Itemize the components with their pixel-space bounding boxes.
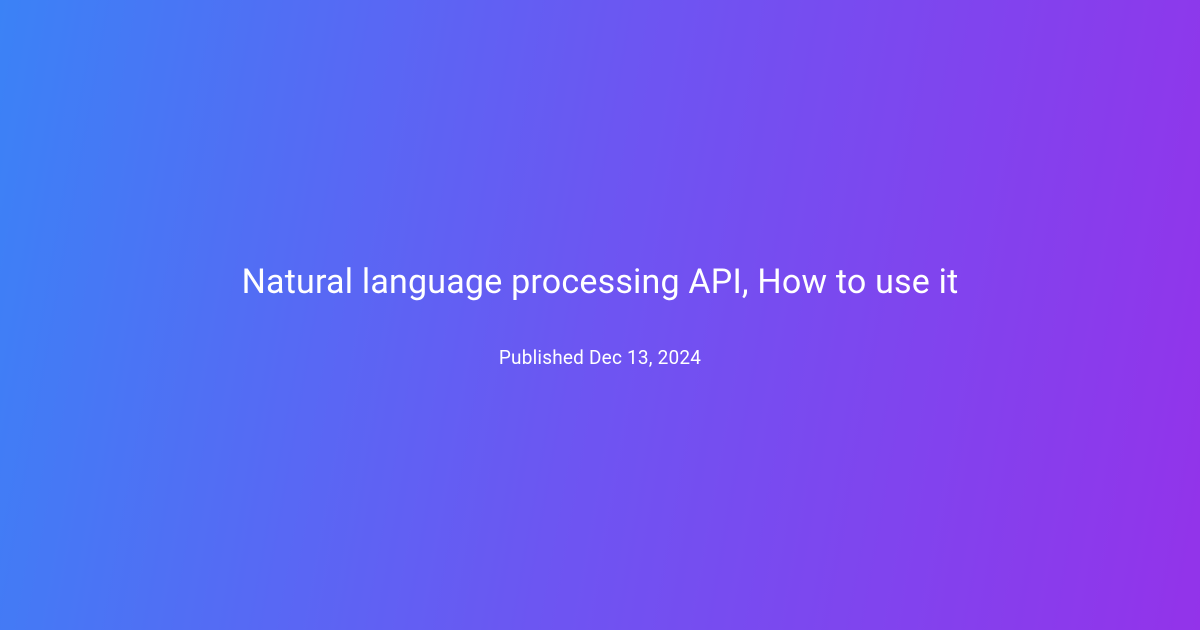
og-card: Natural language processing API, How to …: [0, 0, 1200, 630]
page-title: Natural language processing API, How to …: [242, 262, 959, 302]
published-date: Published Dec 13, 2024: [499, 346, 701, 369]
